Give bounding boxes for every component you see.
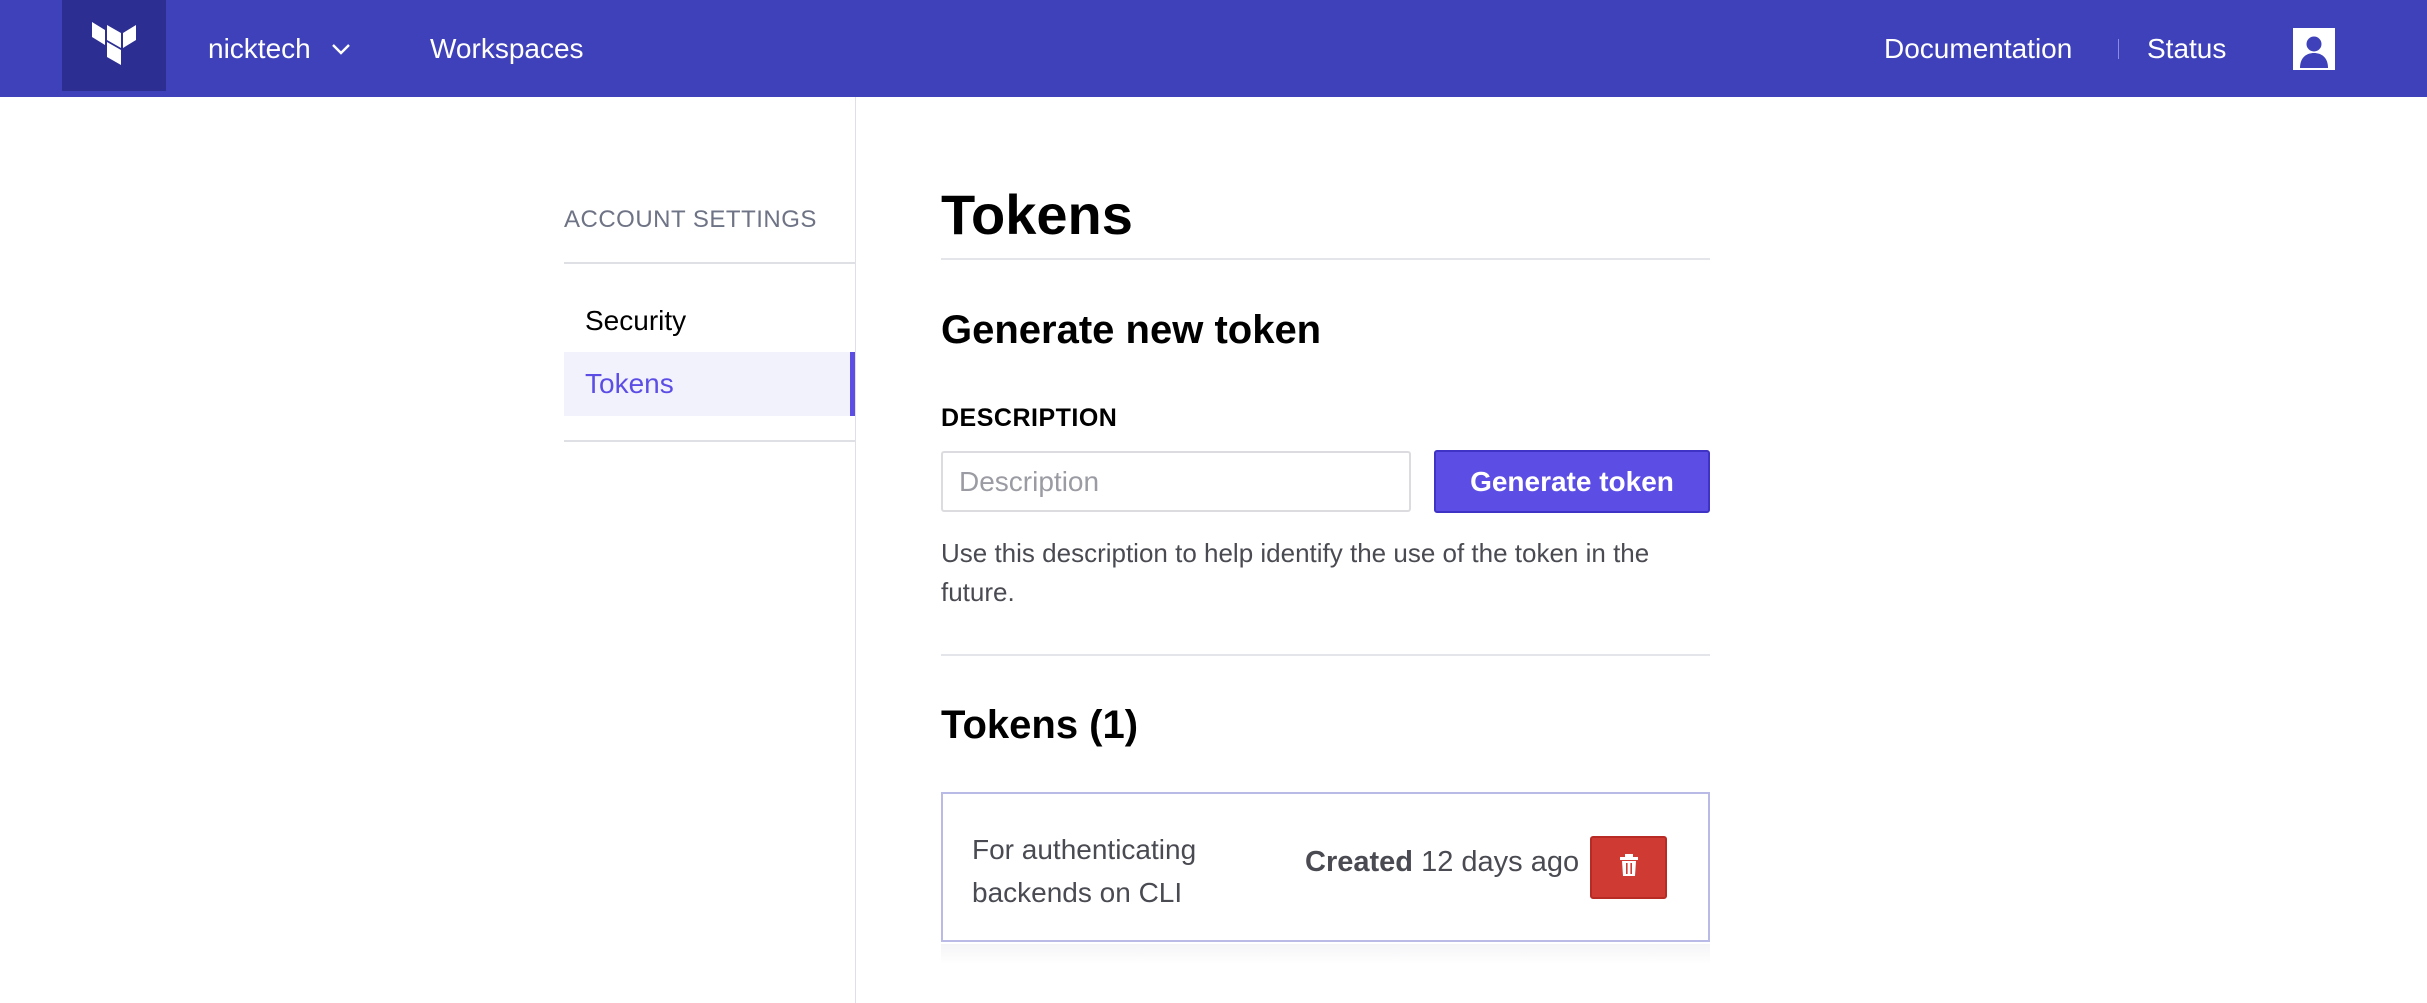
description-help-text: Use this description to help identify th… — [941, 538, 1650, 607]
sidebar-rule — [564, 262, 855, 264]
generate-token-button[interactable]: Generate token — [1434, 450, 1710, 513]
nav-workspaces-link[interactable]: Workspaces — [430, 0, 584, 97]
card-shadow — [941, 944, 1710, 964]
top-navigation-bar: nicktech Workspaces Documentation Status — [0, 0, 2427, 97]
token-created-info: Created 12 days ago — [1305, 846, 1579, 879]
sidebar-heading: ACCOUNT SETTINGS — [564, 206, 817, 233]
sidebar-item-label: Tokens — [585, 368, 674, 399]
delete-token-button[interactable] — [1590, 836, 1667, 899]
description-input[interactable] — [941, 451, 1411, 512]
token-description: For authenticating backends on CLI — [972, 834, 1197, 908]
chevron-down-icon — [331, 43, 351, 55]
title-divider — [941, 258, 1710, 260]
terraform-logo-icon[interactable] — [62, 0, 166, 91]
token-created-value: 12 days ago — [1421, 846, 1580, 878]
sidebar-rule — [564, 440, 855, 442]
token-created-label: Created — [1305, 846, 1413, 878]
token-list-item: For authenticating backends on CLI Creat… — [941, 792, 1710, 942]
sidebar-item-security[interactable]: Security — [564, 289, 855, 353]
nav-status-link[interactable]: Status — [2147, 0, 2226, 97]
sidebar-item-label: Security — [585, 305, 687, 336]
token-list-heading: Tokens (1) — [941, 703, 1139, 747]
trash-icon — [1619, 853, 1639, 882]
page-title: Tokens — [941, 183, 1133, 246]
sidebar-divider — [855, 97, 856, 1003]
org-name: nicktech — [208, 32, 311, 64]
user-avatar-icon[interactable] — [2293, 28, 2335, 70]
section-divider — [941, 654, 1710, 656]
nav-divider — [2118, 39, 2119, 59]
org-switcher[interactable]: nicktech — [208, 0, 351, 97]
generate-token-heading: Generate new token — [941, 308, 1322, 352]
description-label: DESCRIPTION — [941, 404, 1118, 432]
nav-documentation-link[interactable]: Documentation — [1884, 0, 2072, 97]
sidebar-item-tokens[interactable]: Tokens — [564, 352, 855, 416]
